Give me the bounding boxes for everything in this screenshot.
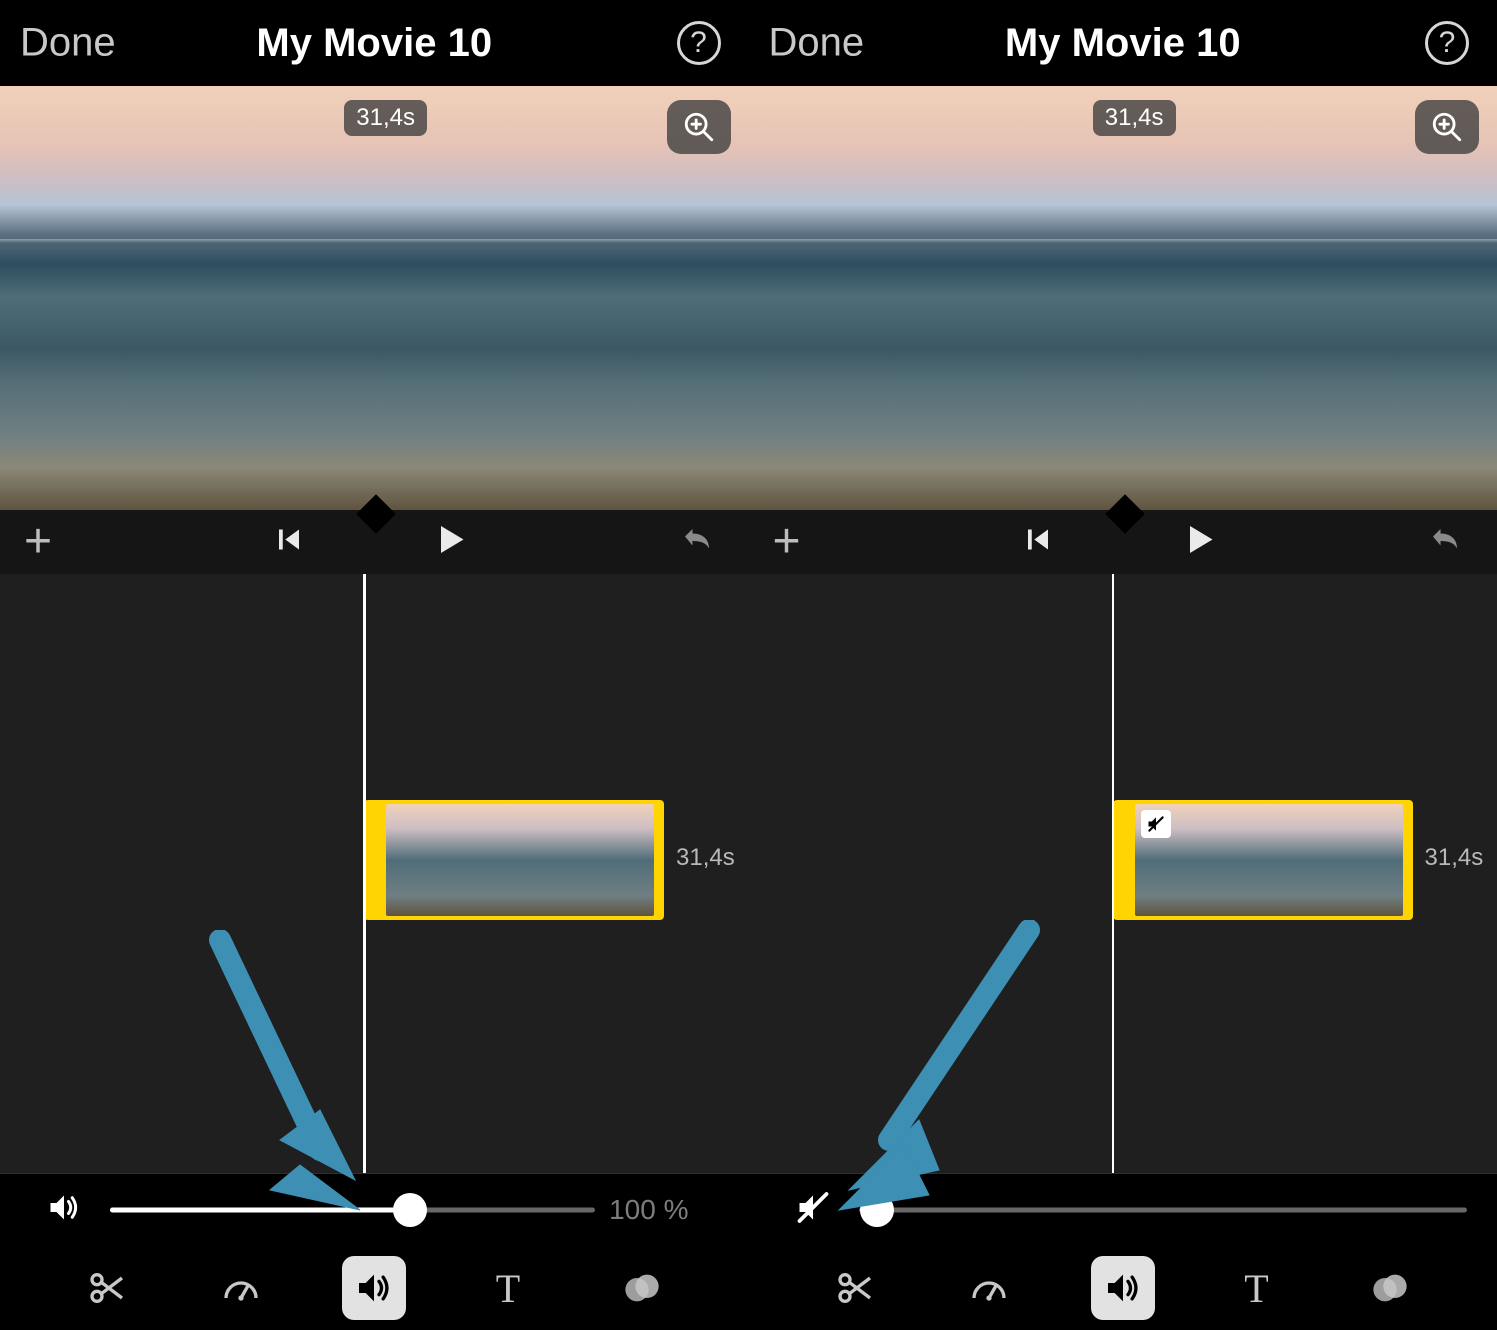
- transport-bar: +: [749, 510, 1497, 574]
- zoom-in-button[interactable]: [1415, 100, 1479, 154]
- skip-start-icon: [1023, 525, 1053, 555]
- project-title: My Movie 10: [1005, 21, 1241, 66]
- help-button[interactable]: ?: [1425, 21, 1469, 65]
- filter-tool-tab[interactable]: [610, 1256, 674, 1320]
- speedometer-icon: [221, 1268, 261, 1308]
- video-preview[interactable]: 31,4s: [0, 86, 749, 510]
- clip-duration-label: 31,4s: [676, 844, 735, 872]
- preview-decoration: [749, 239, 1497, 243]
- done-button[interactable]: Done: [20, 21, 116, 66]
- undo-icon: [679, 522, 715, 558]
- volume-icon-button[interactable]: [46, 1190, 82, 1231]
- mute-icon: [1146, 814, 1166, 834]
- clip-thumbnail: [1135, 804, 1403, 916]
- preview-duration-badge: 31,4s: [344, 100, 427, 136]
- edit-tools-tabbar: T: [749, 1246, 1497, 1330]
- scissors-icon: [835, 1268, 875, 1308]
- annotation-arrow: [809, 920, 1069, 1225]
- question-mark-icon: ?: [1439, 26, 1456, 60]
- undo-button[interactable]: [1427, 522, 1463, 563]
- cut-tool-tab[interactable]: [75, 1256, 139, 1320]
- volume-tool-tab[interactable]: [1091, 1256, 1155, 1320]
- annotation-arrow: [180, 930, 400, 1235]
- zoom-in-button[interactable]: [667, 100, 731, 154]
- title-tool-tab[interactable]: T: [476, 1256, 540, 1320]
- volume-tool-tab[interactable]: [342, 1256, 406, 1320]
- speed-tool-tab[interactable]: [957, 1256, 1021, 1320]
- go-to-start-button[interactable]: [274, 525, 304, 560]
- play-icon: [432, 522, 468, 558]
- filter-tool-tab[interactable]: [1358, 1256, 1422, 1320]
- magnifier-plus-icon: [682, 110, 716, 144]
- speedometer-icon: [969, 1268, 1009, 1308]
- cut-tool-tab[interactable]: [823, 1256, 887, 1320]
- transport-bar: +: [0, 510, 749, 574]
- video-clip[interactable]: [1113, 800, 1413, 920]
- pane-left: Done My Movie 10 ? 31,4s +: [0, 0, 749, 1330]
- add-media-button[interactable]: +: [24, 518, 52, 566]
- plus-icon: +: [24, 515, 52, 568]
- skip-start-icon: [274, 525, 304, 555]
- playhead-line[interactable]: [1112, 574, 1115, 1173]
- clip-thumbnail: [386, 804, 654, 916]
- project-title: My Movie 10: [256, 21, 492, 66]
- edit-tools-tabbar: T: [0, 1246, 749, 1330]
- play-button[interactable]: [432, 522, 468, 563]
- title-T-icon: T: [1244, 1265, 1268, 1312]
- play-icon: [1181, 522, 1217, 558]
- scissors-icon: [87, 1268, 127, 1308]
- play-button[interactable]: [1181, 522, 1217, 563]
- volume-icon: [1103, 1268, 1143, 1308]
- volume-percent-label: 100 %: [609, 1194, 688, 1226]
- title-T-icon: T: [496, 1265, 520, 1312]
- done-button[interactable]: Done: [769, 21, 865, 66]
- venn-filter-icon: [622, 1268, 662, 1308]
- clip-duration-label: 31,4s: [1425, 844, 1484, 872]
- pane-right: Done My Movie 10 ? 31,4s +: [749, 0, 1497, 1330]
- add-media-button[interactable]: +: [773, 518, 801, 566]
- video-clip[interactable]: [364, 800, 664, 920]
- clip-muted-badge: [1141, 810, 1171, 838]
- go-to-start-button[interactable]: [1023, 525, 1053, 560]
- preview-decoration: [0, 239, 749, 243]
- speed-tool-tab[interactable]: [209, 1256, 273, 1320]
- undo-button[interactable]: [679, 522, 715, 563]
- undo-icon: [1427, 522, 1463, 558]
- navbar: Done My Movie 10 ?: [0, 0, 749, 86]
- venn-filter-icon: [1370, 1268, 1410, 1308]
- preview-duration-badge: 31,4s: [1093, 100, 1176, 136]
- question-mark-icon: ?: [690, 26, 707, 60]
- navbar: Done My Movie 10 ?: [749, 0, 1497, 86]
- volume-on-icon: [46, 1190, 82, 1226]
- magnifier-plus-icon: [1430, 110, 1464, 144]
- volume-icon: [354, 1268, 394, 1308]
- help-button[interactable]: ?: [677, 21, 721, 65]
- title-tool-tab[interactable]: T: [1224, 1256, 1288, 1320]
- video-preview[interactable]: 31,4s: [749, 86, 1497, 510]
- plus-icon: +: [773, 515, 801, 568]
